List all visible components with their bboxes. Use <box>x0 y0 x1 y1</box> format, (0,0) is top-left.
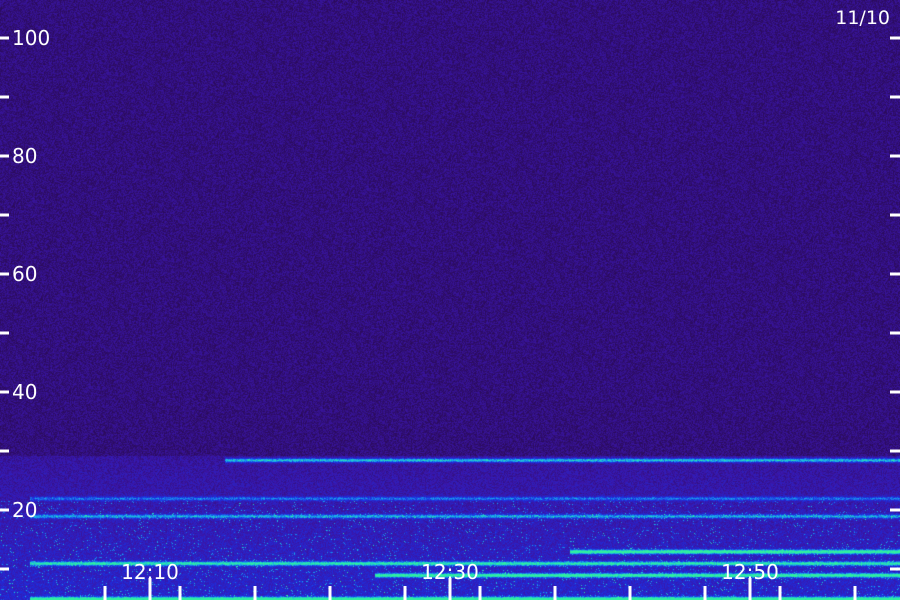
y-tick-label: 80 <box>12 144 37 168</box>
spectrogram-chart: 20 40 60 80 100 12:10 12:30 12:50 11/10 <box>0 0 900 600</box>
x-axis: 12:10 12:30 12:50 <box>103 560 857 600</box>
x-tick-label: 12:50 <box>721 560 779 584</box>
y-tick-label: 60 <box>12 262 37 286</box>
y-axis-left: 20 40 60 80 100 <box>0 26 50 571</box>
y-tick-label: 100 <box>12 26 50 50</box>
y-tick-label: 20 <box>12 498 37 522</box>
y-tick-label: 40 <box>12 380 37 404</box>
x-tick-label: 12:30 <box>421 560 479 584</box>
y-axis-right <box>890 36 900 571</box>
x-tick-label: 12:10 <box>121 560 179 584</box>
axes-overlay: 20 40 60 80 100 12:10 12:30 12:50 11/10 <box>0 7 900 600</box>
date-label: 11/10 <box>835 7 890 29</box>
